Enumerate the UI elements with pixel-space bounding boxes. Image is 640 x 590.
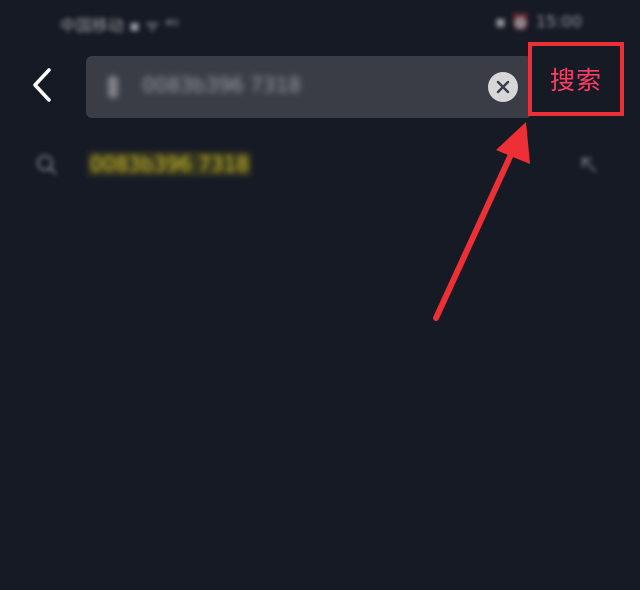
- status-carrier: 中国移动 ▪ ᯤ ⁴ᴳ: [60, 16, 179, 35]
- status-time: ▪ ⏰ 15:00: [494, 12, 582, 31]
- suggestion-item[interactable]: 0083b396 7318: [0, 140, 640, 192]
- status-bar: 中国移动 ▪ ᯤ ⁴ᴳ ▪ ⏰ 15:00: [0, 0, 640, 46]
- suggestion-text: 0083b396 7318: [88, 152, 252, 176]
- search-icon: [36, 154, 57, 175]
- search-box[interactable]: 0083b396 7318: [86, 56, 532, 118]
- back-button[interactable]: [22, 62, 62, 108]
- search-input[interactable]: 0083b396 7318: [142, 73, 301, 97]
- search-button[interactable]: 搜索: [528, 42, 624, 116]
- clear-search-button[interactable]: [488, 72, 518, 102]
- search-button-label: 搜索: [549, 66, 602, 95]
- close-icon: [496, 80, 510, 94]
- arrow-up-left-icon[interactable]: [576, 152, 602, 178]
- search-icon: [108, 76, 118, 98]
- chevron-left-icon: [33, 68, 51, 102]
